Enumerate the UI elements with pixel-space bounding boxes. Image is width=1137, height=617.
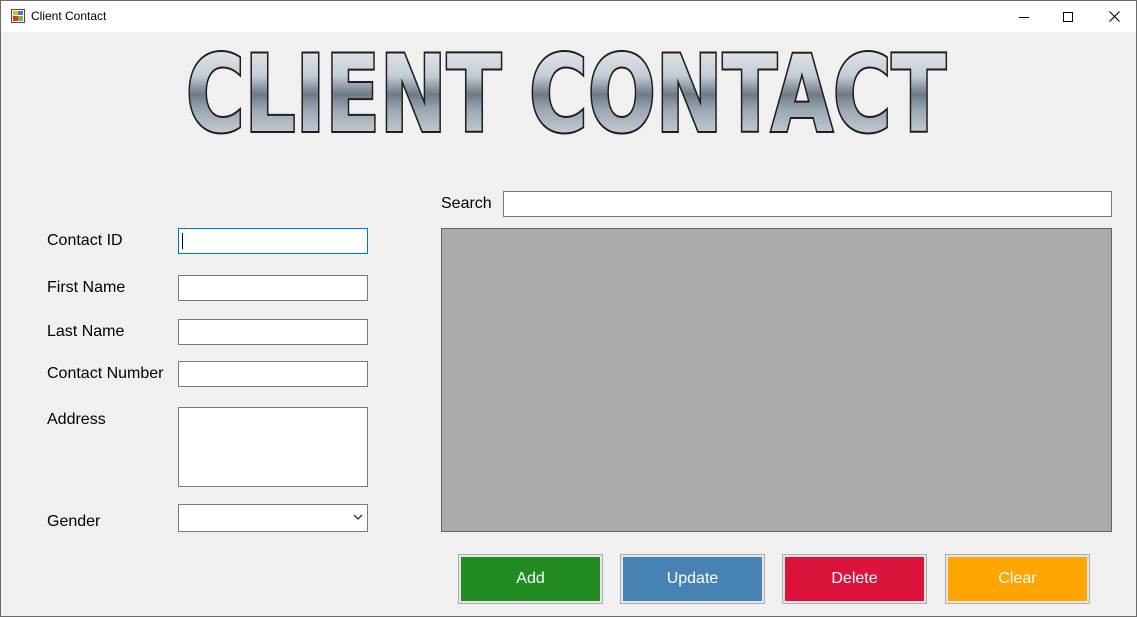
first-name-label: First Name bbox=[47, 279, 126, 296]
client-contact-banner: CLIENT CONTACT bbox=[184, 45, 948, 141]
delete-button-frame: Delete bbox=[782, 554, 927, 604]
gender-label: Gender bbox=[47, 513, 101, 530]
delete-button[interactable]: Delete bbox=[785, 557, 924, 601]
last-name-input[interactable] bbox=[178, 319, 368, 345]
banner-text: CLIENT CONTACT bbox=[186, 45, 946, 141]
chevron-down-icon bbox=[353, 514, 363, 520]
last-name-label: Last Name bbox=[47, 323, 125, 340]
gender-select[interactable] bbox=[178, 504, 368, 532]
contact-number-input[interactable] bbox=[178, 361, 368, 387]
main-window: Client Contact CLIENT CONTACT Contact ID… bbox=[0, 0, 1137, 617]
update-button[interactable]: Update bbox=[623, 557, 762, 601]
update-button-frame: Update bbox=[620, 554, 765, 604]
add-button-frame: Add bbox=[458, 554, 603, 604]
title-bar[interactable]: Client Contact bbox=[1, 1, 1136, 32]
minimize-icon bbox=[1019, 16, 1029, 18]
add-button[interactable]: Add bbox=[461, 557, 600, 601]
first-name-input[interactable] bbox=[178, 275, 368, 301]
address-textarea[interactable] bbox=[178, 407, 368, 487]
window-title: Client Contact bbox=[31, 9, 107, 23]
maximize-button[interactable] bbox=[1045, 1, 1091, 32]
clear-button[interactable]: Clear bbox=[948, 557, 1087, 601]
contact-number-label: Contact Number bbox=[47, 365, 164, 382]
close-icon bbox=[1108, 11, 1120, 22]
text-caret bbox=[182, 233, 183, 249]
minimize-button[interactable] bbox=[1001, 1, 1047, 32]
clear-button-frame: Clear bbox=[945, 554, 1090, 604]
maximize-icon bbox=[1063, 11, 1073, 22]
search-input[interactable] bbox=[503, 191, 1112, 217]
contacts-data-grid[interactable] bbox=[441, 228, 1112, 532]
contact-id-label: Contact ID bbox=[47, 232, 123, 249]
contact-id-input[interactable] bbox=[178, 228, 368, 254]
search-label: Search bbox=[441, 195, 492, 212]
app-icon bbox=[11, 9, 25, 23]
address-label: Address bbox=[47, 411, 106, 428]
close-button[interactable] bbox=[1091, 1, 1137, 32]
